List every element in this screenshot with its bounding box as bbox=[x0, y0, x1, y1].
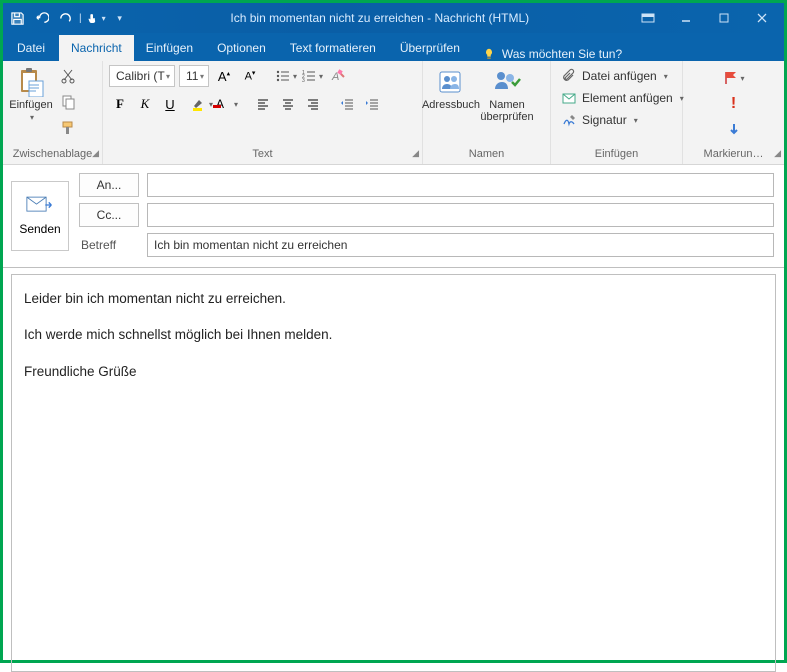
group-tags-label: Markierun… bbox=[704, 148, 764, 160]
compose-header: Senden An... Cc... Betreff bbox=[3, 165, 784, 268]
align-left-icon[interactable] bbox=[252, 93, 274, 115]
align-center-icon[interactable] bbox=[277, 93, 299, 115]
bullets-icon[interactable]: ▾ bbox=[275, 65, 297, 87]
clipboard-icon bbox=[16, 67, 46, 97]
italic-icon[interactable]: K bbox=[134, 93, 156, 115]
paperclip-icon bbox=[561, 68, 577, 84]
maximize-button[interactable] bbox=[706, 6, 742, 30]
dialog-launcher-icon[interactable]: ◢ bbox=[412, 145, 419, 161]
lightbulb-icon bbox=[482, 47, 496, 61]
font-color-icon[interactable]: A▾ bbox=[216, 93, 238, 115]
high-importance-icon[interactable]: ! bbox=[723, 93, 745, 115]
shrink-font-icon[interactable]: A▾ bbox=[239, 65, 261, 87]
group-include: Datei anfügen▾ Element anfügen▾ Signatur… bbox=[551, 61, 683, 164]
body-paragraph: Freundliche Grüße bbox=[24, 362, 763, 382]
tab-review[interactable]: Überprüfen bbox=[388, 35, 472, 61]
increase-indent-icon[interactable] bbox=[361, 93, 383, 115]
minimize-button[interactable] bbox=[668, 6, 704, 30]
underline-icon[interactable]: U bbox=[159, 93, 181, 115]
quick-access-toolbar: | ▾ ▾ bbox=[7, 8, 130, 28]
cc-field[interactable] bbox=[147, 203, 774, 227]
qat-customize-icon[interactable]: ▾ bbox=[110, 8, 130, 28]
font-size-combo[interactable]: 11▾ bbox=[179, 65, 209, 87]
tab-options[interactable]: Optionen bbox=[205, 35, 278, 61]
title-bar: | ▾ ▾ Ich bin momentan nicht zu erreiche… bbox=[3, 3, 784, 33]
group-clipboard-label: Zwischenablage bbox=[13, 148, 93, 160]
clear-formatting-icon[interactable]: A bbox=[327, 65, 349, 87]
tab-file[interactable]: Datei bbox=[3, 35, 59, 61]
address-book-button[interactable]: Adressbuch bbox=[429, 65, 473, 111]
to-button[interactable]: An... bbox=[79, 173, 139, 197]
group-tags: ▾ ! Markierun… ◢ bbox=[683, 61, 784, 164]
tell-me-label: Was möchten Sie tun? bbox=[502, 47, 622, 61]
body-paragraph: Leider bin ich momentan nicht zu erreich… bbox=[24, 289, 763, 309]
numbering-icon[interactable]: 123▾ bbox=[301, 65, 323, 87]
format-painter-icon[interactable] bbox=[57, 117, 79, 139]
dialog-launcher-icon[interactable]: ◢ bbox=[92, 145, 99, 161]
send-button[interactable]: Senden bbox=[11, 181, 69, 251]
ribbon-display-icon[interactable] bbox=[630, 6, 666, 30]
cc-button[interactable]: Cc... bbox=[79, 203, 139, 227]
cut-icon[interactable] bbox=[57, 65, 79, 87]
check-names-button[interactable]: Namen überprüfen bbox=[477, 65, 537, 123]
highlight-icon[interactable]: ▾ bbox=[191, 93, 213, 115]
envelope-icon bbox=[26, 196, 54, 214]
body-paragraph: Ich werde mich schnellst möglich bei Ihn… bbox=[24, 325, 763, 345]
signature-button[interactable]: Signatur▾ bbox=[557, 109, 642, 131]
redo-icon[interactable] bbox=[55, 8, 75, 28]
ribbon-tabs: Datei Nachricht Einfügen Optionen Text f… bbox=[3, 33, 784, 61]
tell-me[interactable]: Was möchten Sie tun? bbox=[472, 47, 632, 61]
to-field[interactable] bbox=[147, 173, 774, 197]
svg-text:3: 3 bbox=[302, 78, 305, 84]
touch-mode-icon[interactable]: ▾ bbox=[86, 8, 106, 28]
group-text: Calibri (T▾ 11▾ A▴ A▾ ▾ 123▾ A F K U ▾ A… bbox=[103, 61, 423, 164]
window-controls bbox=[630, 6, 780, 30]
tab-insert[interactable]: Einfügen bbox=[134, 35, 205, 61]
low-importance-icon[interactable] bbox=[723, 119, 745, 141]
align-right-icon[interactable] bbox=[302, 93, 324, 115]
tab-format-text[interactable]: Text formatieren bbox=[278, 35, 388, 61]
window-title: Ich bin momentan nicht zu erreichen - Na… bbox=[130, 11, 630, 25]
paste-button[interactable]: Einfügen▾ bbox=[9, 65, 53, 124]
attach-item-button[interactable]: Element anfügen▾ bbox=[557, 87, 688, 109]
save-icon[interactable] bbox=[7, 8, 27, 28]
ribbon: Einfügen▾ Zwischenablage◢ Calibri (T▾ 11… bbox=[3, 61, 784, 165]
attach-item-icon bbox=[561, 90, 577, 106]
grow-font-icon[interactable]: A▴ bbox=[213, 65, 235, 87]
group-names-label: Namen bbox=[429, 146, 544, 164]
attach-file-button[interactable]: Datei anfügen▾ bbox=[557, 65, 672, 87]
undo-icon[interactable] bbox=[31, 8, 51, 28]
decrease-indent-icon[interactable] bbox=[336, 93, 358, 115]
dialog-launcher-icon[interactable]: ◢ bbox=[774, 145, 781, 161]
bold-icon[interactable]: F bbox=[109, 93, 131, 115]
subject-label: Betreff bbox=[79, 238, 139, 252]
group-text-label: Text bbox=[252, 148, 272, 160]
copy-icon[interactable] bbox=[57, 91, 79, 113]
follow-up-flag-icon[interactable]: ▾ bbox=[723, 67, 745, 89]
signature-icon bbox=[561, 112, 577, 128]
tab-message[interactable]: Nachricht bbox=[59, 35, 134, 61]
group-names: Adressbuch Namen überprüfen Namen bbox=[423, 61, 551, 164]
message-body[interactable]: Leider bin ich momentan nicht zu erreich… bbox=[11, 274, 776, 672]
address-book-icon bbox=[436, 67, 466, 97]
close-button[interactable] bbox=[744, 6, 780, 30]
group-clipboard: Einfügen▾ Zwischenablage◢ bbox=[3, 61, 103, 164]
group-include-label: Einfügen bbox=[557, 146, 676, 164]
subject-field[interactable] bbox=[147, 233, 774, 257]
check-names-icon bbox=[492, 67, 522, 97]
font-name-combo[interactable]: Calibri (T▾ bbox=[109, 65, 175, 87]
